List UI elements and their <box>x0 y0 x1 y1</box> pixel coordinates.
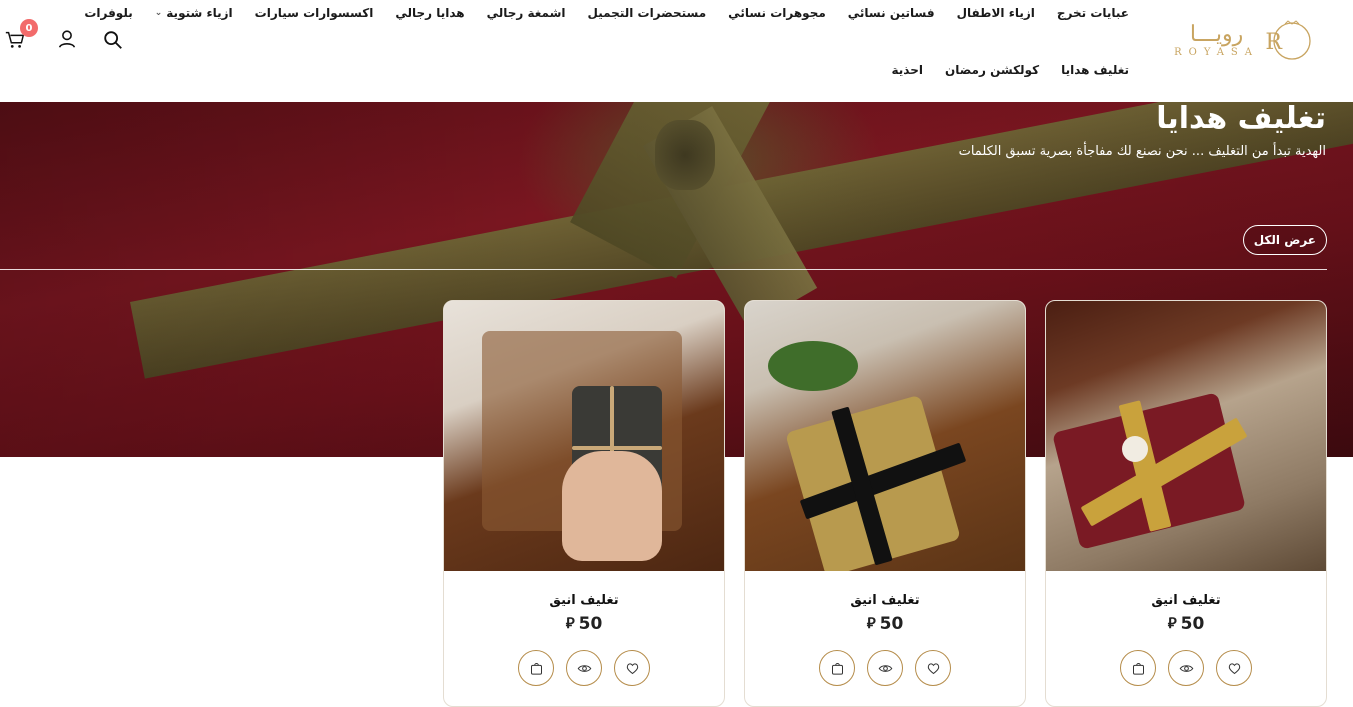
product-card[interactable]: تغليف انيق ⃁ 50 <box>443 300 725 707</box>
nav-item[interactable]: فساتين نسائي <box>848 6 935 20</box>
nav-item[interactable]: عبايات تخرج <box>1057 6 1129 20</box>
nav-item-label: ازياء شتوية <box>166 6 233 20</box>
wishlist-button[interactable] <box>915 650 951 686</box>
bag-icon <box>831 662 843 675</box>
cart-count-badge: 0 <box>20 19 38 37</box>
svg-text:R: R <box>1265 30 1283 55</box>
add-to-cart-button[interactable] <box>518 650 554 686</box>
nav-item[interactable]: مجوهرات نسائي <box>728 6 826 20</box>
heart-icon <box>927 662 939 674</box>
product-price: ⃁ 50 <box>1046 614 1326 634</box>
logo-monogram-icon: R <box>1265 20 1311 60</box>
nav-item[interactable]: مستحضرات التجميل <box>588 6 707 20</box>
wishlist-button[interactable] <box>1216 650 1252 686</box>
price-value: 50 <box>879 614 904 634</box>
product-actions <box>745 650 1025 686</box>
product-price: ⃁ 50 <box>745 614 1025 634</box>
product-image[interactable] <box>1046 301 1326 571</box>
product-actions <box>1046 650 1326 686</box>
view-all-button[interactable]: عرض الكل <box>1242 225 1327 255</box>
nav-row-1: عبايات تخرج ازياء الاطفال فساتين نسائي م… <box>84 0 1129 26</box>
eye-icon <box>577 664 591 672</box>
product-image[interactable] <box>444 301 724 571</box>
nav-item[interactable]: هدايا رجالي <box>395 6 464 20</box>
product-grid: تغليف انيق ⃁ 50 تغليف انيق ⃁ 50 <box>443 300 1327 707</box>
product-name[interactable]: تغليف انيق <box>745 593 1025 608</box>
nav-item[interactable]: احذية <box>892 63 923 77</box>
nav-item[interactable]: ازياء الاطفال <box>957 6 1035 20</box>
currency-symbol: ⃁ <box>1167 614 1177 632</box>
quick-view-button[interactable] <box>1168 650 1204 686</box>
heart-icon <box>626 662 638 674</box>
currency-symbol: ⃁ <box>866 614 876 632</box>
product-image[interactable] <box>745 301 1025 571</box>
nav-item-dropdown[interactable]: ازياء شتوية ⌄ <box>155 6 233 20</box>
plant-shape <box>768 341 858 391</box>
quick-view-button[interactable] <box>867 650 903 686</box>
section-subtitle: الهدية تبدأ من التغليف ... نحن نصنع لك م… <box>958 144 1326 159</box>
user-icon[interactable] <box>56 28 78 50</box>
brand-name-ar: رويـــا <box>1189 21 1244 47</box>
product-card[interactable]: تغليف انيق ⃁ 50 <box>744 300 1026 707</box>
site-header: R رويـــا ROYASA عبايات تخرج ازياء الاطف… <box>0 0 1353 102</box>
gift-twine-shape <box>572 446 662 450</box>
product-card[interactable]: تغليف انيق ⃁ 50 <box>1045 300 1327 707</box>
bag-icon <box>1132 662 1144 675</box>
bag-icon <box>530 662 542 675</box>
brand-name-en: ROYASA <box>1174 46 1259 58</box>
section-title: تغليف هدايا <box>1156 102 1326 136</box>
search-icon[interactable] <box>102 29 124 51</box>
price-value: 50 <box>1180 614 1205 634</box>
divider <box>0 269 1327 270</box>
heart-icon <box>1228 662 1240 674</box>
product-name[interactable]: تغليف انيق <box>444 593 724 608</box>
eye-icon <box>878 664 892 672</box>
nav-item[interactable]: اشمغة رجالي <box>487 6 566 20</box>
wishlist-button[interactable] <box>614 650 650 686</box>
hand-shape <box>562 451 662 561</box>
product-name[interactable]: تغليف انيق <box>1046 593 1326 608</box>
add-to-cart-button[interactable] <box>819 650 855 686</box>
add-to-cart-button[interactable] <box>1120 650 1156 686</box>
gift-flower-shape <box>1122 436 1148 462</box>
currency-symbol: ⃁ <box>565 614 575 632</box>
nav-item[interactable]: اكسسوارات سيارات <box>255 6 374 20</box>
quick-view-button[interactable] <box>566 650 602 686</box>
price-value: 50 <box>578 614 603 634</box>
nav-item[interactable]: تغليف هدايا <box>1061 63 1129 77</box>
nav-item[interactable]: بلوفرات <box>84 6 132 20</box>
main-nav: عبايات تخرج ازياء الاطفال فساتين نسائي م… <box>84 0 1130 83</box>
header-icons: 0 <box>0 19 130 58</box>
eye-icon <box>1179 664 1193 672</box>
brand-logo[interactable]: R رويـــا ROYASA <box>1159 18 1319 62</box>
chevron-down-icon: ⌄ <box>154 8 163 18</box>
nav-row-2: تغليف هدايا كولكشن رمضان احذية <box>169 57 1130 83</box>
product-price: ⃁ 50 <box>444 614 724 634</box>
product-actions <box>444 650 724 686</box>
nav-item[interactable]: كولكشن رمضان <box>945 63 1039 77</box>
